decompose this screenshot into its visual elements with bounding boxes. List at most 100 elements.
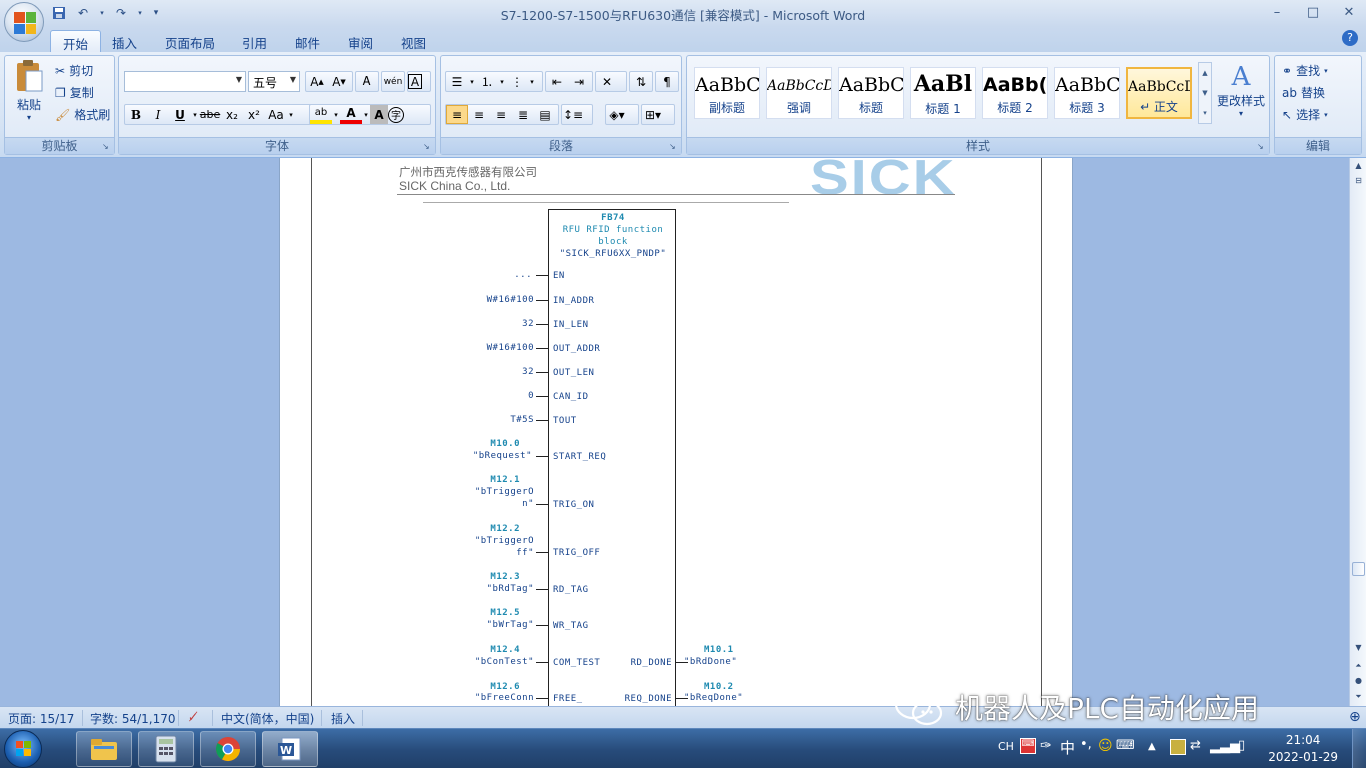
ime-indicator[interactable]: CH [998, 740, 1014, 753]
char-shading-icon[interactable]: A [370, 105, 388, 124]
multilevel-dropdown-icon[interactable]: ▾ [528, 72, 536, 91]
scroll-up-icon[interactable]: ▲ [1351, 158, 1366, 173]
paragraph-launcher-icon[interactable]: ↘ [669, 142, 678, 151]
proofing-icon[interactable]: ✓̸ [188, 710, 198, 724]
decrease-indent-icon[interactable]: ⇤ [546, 72, 568, 91]
tab-mailings[interactable]: 邮件 [283, 30, 332, 52]
maximize-button[interactable]: □ [1304, 2, 1322, 22]
scrollbar-thumb[interactable] [1352, 562, 1365, 576]
sync-icon[interactable]: ⇄ [1190, 738, 1201, 753]
ime-mode[interactable]: 中 [1060, 737, 1075, 758]
font-name-combo[interactable]: ▼ [124, 71, 246, 92]
vertical-scrollbar[interactable]: ▲ ⊟ ▼ ⏶ ● ⏷ [1349, 158, 1366, 706]
tab-review[interactable]: 审阅 [336, 30, 385, 52]
taskbar-calculator[interactable] [138, 731, 194, 767]
ime-keyboard-icon[interactable]: ⌨ [1116, 738, 1135, 753]
justify-icon[interactable]: ≣ [512, 105, 534, 124]
tab-references[interactable]: 引用 [230, 30, 279, 52]
align-left-icon[interactable]: ≡ [446, 105, 468, 124]
font-color-icon[interactable]: A [340, 105, 362, 124]
styles-launcher-icon[interactable]: ↘ [1257, 142, 1266, 151]
line-spacing-button[interactable]: ↕≡ [561, 104, 593, 125]
scroll-down-icon[interactable]: ▼ [1351, 640, 1366, 655]
font-launcher-icon[interactable]: ↘ [423, 142, 432, 151]
word-count[interactable]: 字数: 54/1,170 [90, 710, 176, 727]
font-color-dropdown-icon[interactable]: ▾ [362, 105, 370, 124]
char-border-button[interactable]: A [407, 71, 431, 92]
increase-indent-icon[interactable]: ⇥ [568, 72, 590, 91]
close-button[interactable]: ✕ [1340, 2, 1358, 22]
font-size-combo[interactable]: 五号 ▼ [248, 71, 300, 92]
tray-app-icon[interactable] [1170, 739, 1186, 755]
bullets-icon[interactable]: ☰ [446, 72, 468, 91]
clear-format-button[interactable]: Ꭺ [355, 71, 379, 92]
phonetic-guide-button[interactable]: wén [381, 71, 405, 92]
highlight-icon[interactable]: ab [310, 105, 332, 124]
insert-mode[interactable]: 插入 [331, 710, 355, 727]
find-button[interactable]: ⚭ 查找 ▾ [1282, 62, 1328, 79]
page-indicator[interactable]: 页面: 15/17 [8, 710, 74, 727]
ruler-toggle-icon[interactable]: ⊟ [1351, 173, 1366, 188]
document-page[interactable]: SICK 广州市西克传感器有限公司 SICK China Co., Ltd. F… [279, 158, 1073, 706]
start-button[interactable] [4, 730, 42, 768]
styles-gallery-scroll[interactable]: ▲ ▼ ▾ [1198, 62, 1212, 124]
help-icon[interactable]: ? [1342, 30, 1358, 46]
strikethrough-button[interactable]: abe [199, 105, 221, 124]
ime-skin-icon[interactable]: ☺ [1098, 738, 1113, 754]
change-styles-button[interactable]: A 更改样式 ▾ [1215, 62, 1267, 118]
borders-button[interactable]: ⊞▾ [641, 104, 675, 125]
replace-button[interactable]: ab 替换 [1282, 84, 1325, 101]
bullets-dropdown-icon[interactable]: ▾ [468, 72, 476, 91]
taskbar-chrome[interactable] [200, 731, 256, 767]
show-hidden-icons[interactable]: ▲ [1148, 741, 1156, 752]
copy-button[interactable]: ❐ 复制 [55, 84, 94, 101]
bold-button[interactable]: B [125, 105, 147, 124]
style-emphasis[interactable]: AaBbCcDd 强调 [766, 67, 832, 119]
previous-page-icon[interactable]: ⏶ [1351, 658, 1366, 673]
battery-icon[interactable]: ▯ [1238, 738, 1245, 753]
clipboard-launcher-icon[interactable]: ↘ [102, 142, 111, 151]
style-heading-3[interactable]: AaBbC 标题 3 [1054, 67, 1120, 119]
enclose-char-icon[interactable]: 字 [388, 106, 404, 123]
ime-tool-icon[interactable]: ✑ [1040, 738, 1052, 754]
underline-button[interactable]: U [169, 105, 191, 124]
ime-app-icon[interactable]: ⌨ [1020, 738, 1036, 754]
taskbar-word[interactable]: W [262, 731, 318, 767]
superscript-button[interactable]: x² [243, 105, 265, 124]
multilevel-list-icon[interactable]: ⋮ [506, 72, 528, 91]
language-indicator[interactable]: 中文(简体，中国) [221, 710, 314, 727]
numbering-dropdown-icon[interactable]: ▾ [498, 72, 506, 91]
style-heading-2[interactable]: AaBb( 标题 2 [982, 67, 1048, 119]
tab-view[interactable]: 视图 [389, 30, 438, 52]
show-marks-button[interactable]: ¶ [655, 71, 679, 92]
sort-button[interactable]: ⇅ [629, 71, 653, 92]
italic-button[interactable]: I [147, 105, 169, 124]
tab-home[interactable]: 开始 [50, 30, 102, 52]
grow-font-icon[interactable]: A ▲ [306, 72, 328, 91]
distributed-icon[interactable]: ▤ [534, 105, 556, 124]
change-case-button[interactable]: Aa [265, 105, 287, 124]
taskbar-explorer[interactable] [76, 731, 132, 767]
numbering-icon[interactable]: ⒈ [476, 72, 498, 91]
format-painter-button[interactable]: 🖌 格式刷 [55, 106, 110, 123]
show-desktop-button[interactable] [1352, 729, 1366, 768]
style-subtitle[interactable]: AaBbC 副标题 [694, 67, 760, 119]
shading-button[interactable]: ◈▾ [605, 104, 639, 125]
network-signal-icon[interactable]: ▂▃▅ [1210, 739, 1240, 754]
next-page-icon[interactable]: ⏷ [1351, 689, 1366, 704]
style-title[interactable]: AaBbC 标题 [838, 67, 904, 119]
align-center-icon[interactable]: ≡ [468, 105, 490, 124]
underline-dropdown-icon[interactable]: ▾ [191, 105, 199, 124]
case-dropdown-icon[interactable]: ▾ [287, 105, 295, 124]
clock[interactable]: 21:04 2022-01-29 [1268, 732, 1338, 766]
select-browse-object-icon[interactable]: ● [1351, 673, 1366, 688]
shrink-font-icon[interactable]: A ▼ [328, 72, 350, 91]
minimize-button[interactable]: – [1268, 2, 1286, 22]
punctuation-icon[interactable]: •, [1080, 737, 1092, 752]
highlight-dropdown-icon[interactable]: ▾ [332, 105, 340, 124]
style-normal[interactable]: AaBbCcDc ↵ 正文 [1126, 67, 1192, 119]
paste-dropdown-icon[interactable]: ▾ [9, 113, 49, 122]
style-heading-1[interactable]: AaBl 标题 1 [910, 67, 976, 119]
tab-page-layout[interactable]: 页面布局 [153, 30, 227, 52]
select-button[interactable]: ↖ 选择 ▾ [1282, 106, 1328, 123]
